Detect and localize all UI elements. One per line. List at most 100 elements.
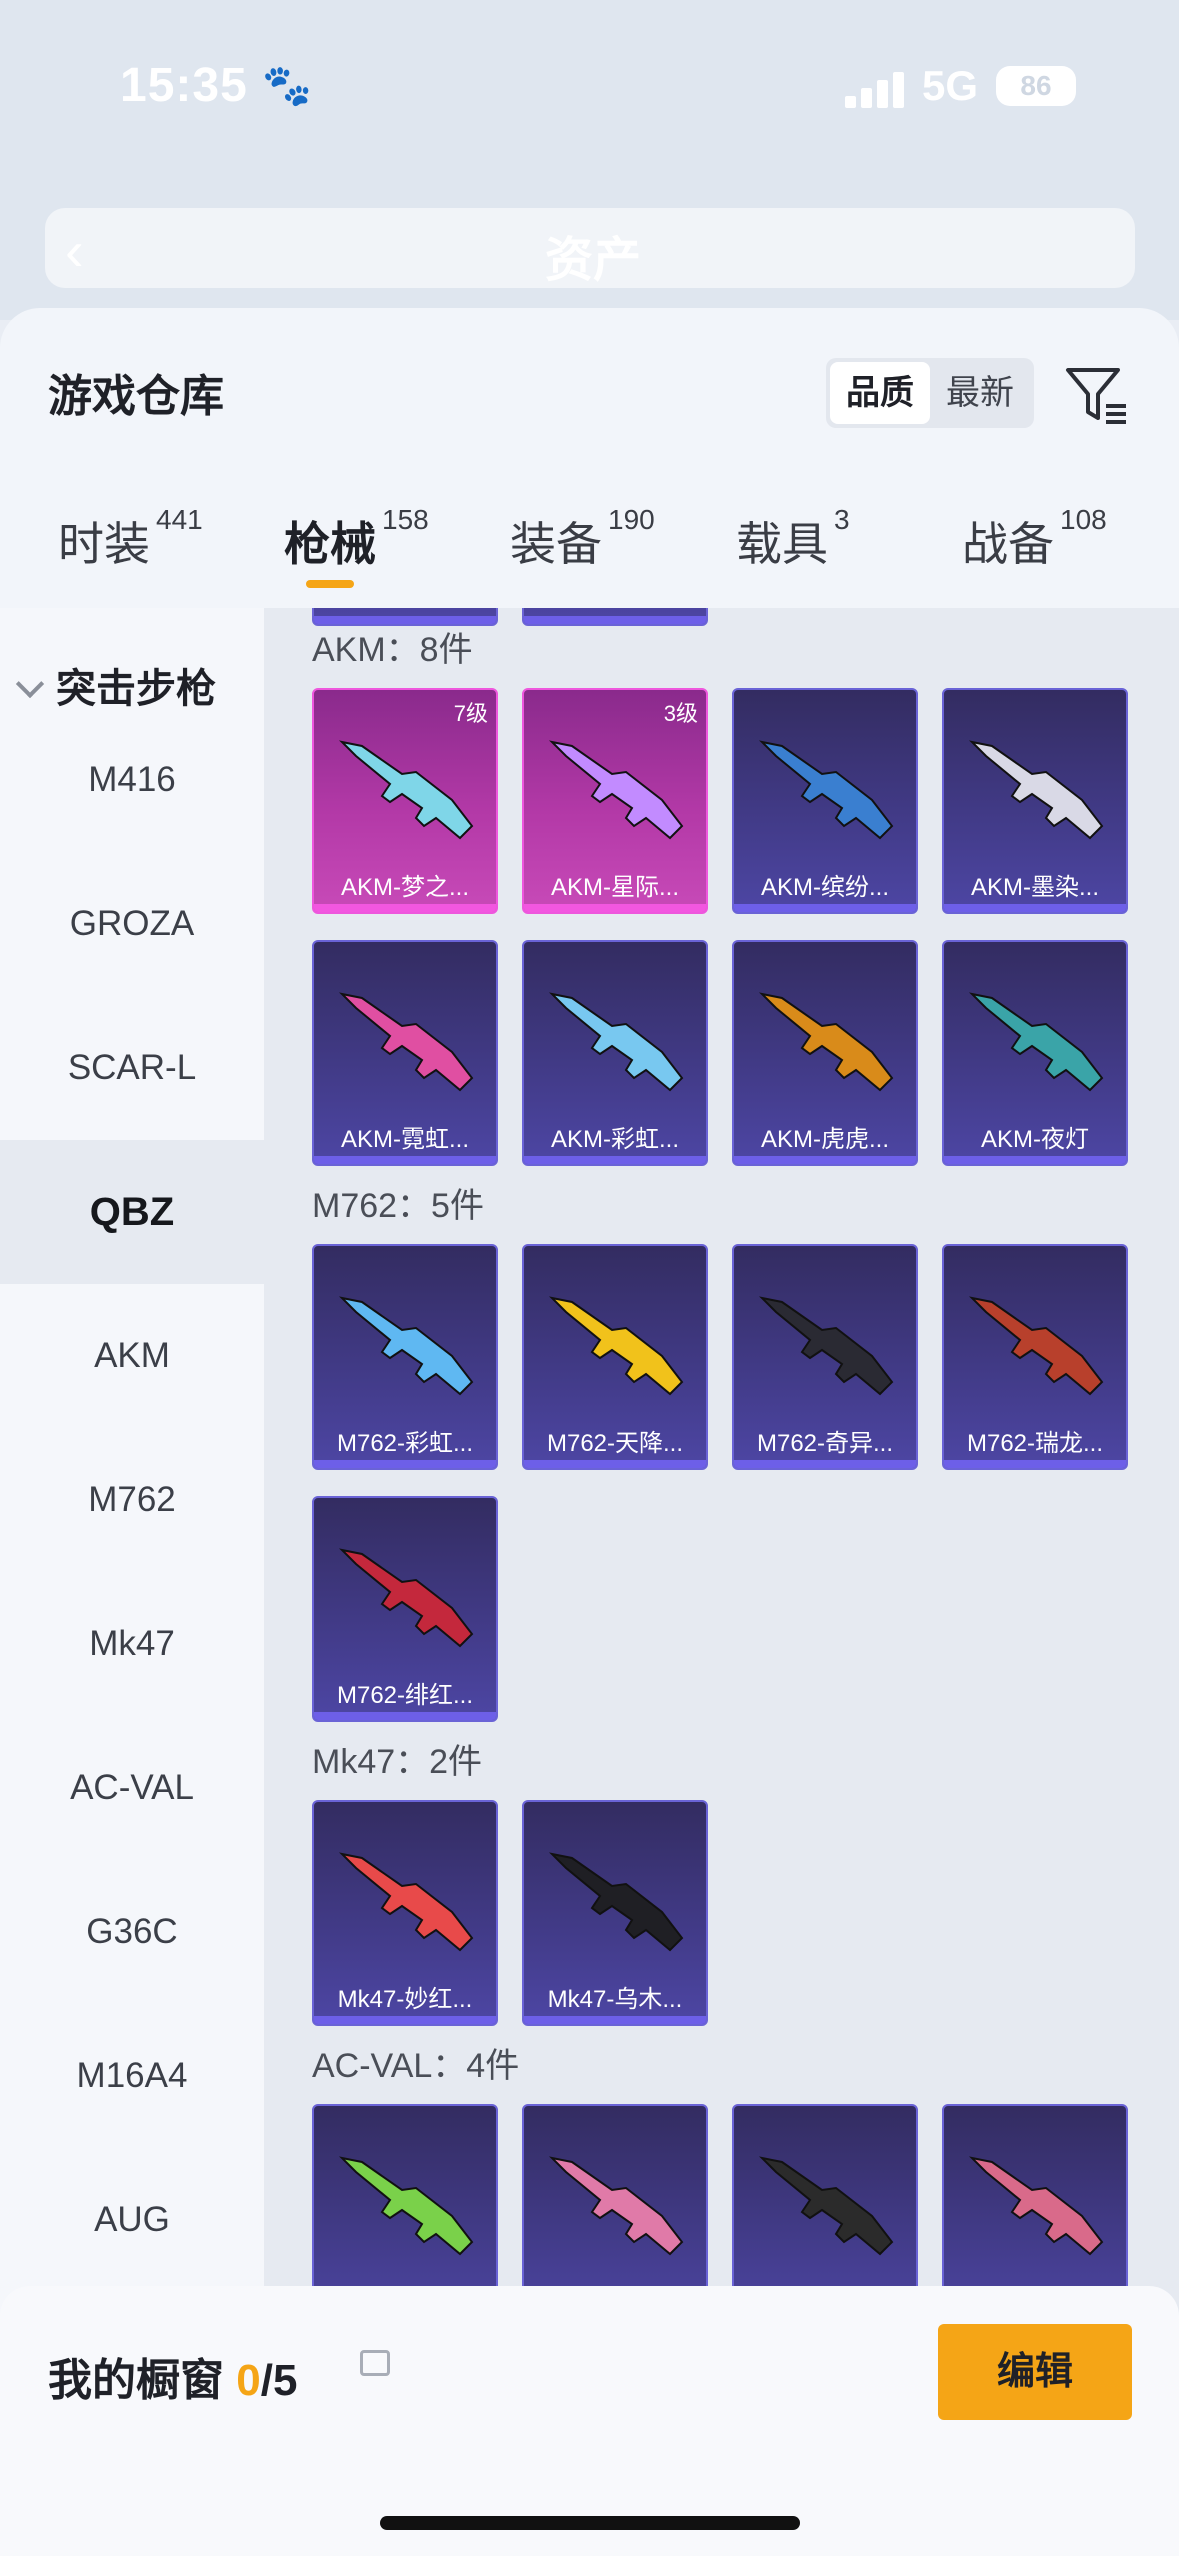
tab-vehicles[interactable]: 载具 3 [736,504,850,616]
sidebar-item-ac-val[interactable]: AC-VAL [0,1716,264,1860]
skin-name: AKM-霓虹... [340,1126,469,1153]
tab-count: 158 [382,504,429,535]
rifle-icon [758,740,894,840]
skin-card[interactable]: AKM-缤纷... [732,688,918,914]
rarity-bar [524,2016,706,2024]
tab-label: 装备 [510,518,602,570]
rarity-bar [524,1460,706,1468]
home-indicator [380,2516,800,2530]
skin-card[interactable]: Mk47-乌木... [522,1800,708,2026]
sort-toggle[interactable]: 品质 最新 [826,358,1034,428]
skin-name: AKM-墨染... [970,874,1099,901]
skin-card[interactable]: AKM-夜灯 [942,940,1128,1166]
skin-card[interactable]: M762-奇异... [732,1244,918,1470]
skin-level: 3级 [663,701,698,726]
skin-card[interactable]: AKM-墨染... [942,688,1128,914]
group-header: AKM：8件 [312,631,473,669]
lock-icon [360,2350,390,2376]
sidebar-item-m762[interactable]: M762 [0,1428,264,1572]
tab-firearms[interactable]: 枪械 158 [284,504,429,616]
filter-icon[interactable] [1062,360,1132,430]
skin-name: M762-彩虹... [336,1430,474,1457]
rarity-bar [524,904,706,912]
skin-name: M762-天降... [546,1430,684,1457]
rifle-icon [968,1296,1104,1396]
rarity-bar [734,1156,916,1164]
group-header: M762：5件 [312,1187,484,1225]
skin-card[interactable]: M762-瑞龙... [942,1244,1128,1470]
weapon-skin-grid: AKM：8件 7级 AKM-梦之... 3级 AKM-星际... AKM-缤纷... AKM… [264,608,1179,2556]
showcase-bar: 我的橱窗 0/5 编辑 [0,2286,1179,2556]
showcase-label: 我的橱窗 0/5 [48,2344,297,2408]
rifle-icon [758,1296,894,1396]
tab-supplies[interactable]: 战备 108 [962,504,1107,616]
background-nav: ‹ 资产 [45,208,1135,288]
rifle-icon [548,2156,684,2256]
active-tab-indicator [306,580,354,588]
skin-name: M762-奇异... [756,1430,894,1457]
rifle-icon [338,740,474,840]
group-header: Mk47：2件 [312,1743,483,1781]
rarity-bar [734,1460,916,1468]
skin-card[interactable] [522,608,708,626]
group-header: AC-VAL：4件 [312,2047,520,2085]
chevron-down-icon [15,669,45,699]
sidebar-group-assault-rifles[interactable]: 突击步枪 [15,656,216,714]
skin-name: AKM-彩虹... [550,1126,679,1153]
rarity-bar [944,1460,1126,1468]
rifle-icon [338,992,474,1092]
tab-equipment[interactable]: 装备 190 [510,504,655,616]
skin-card[interactable]: M762-天降... [522,1244,708,1470]
skin-card[interactable]: AKM-虎虎... [732,940,918,1166]
skin-name: AKM-梦之... [340,874,469,901]
sheet-title: 游戏仓库 [48,372,224,421]
sidebar-item-mk47[interactable]: Mk47 [0,1572,264,1716]
rifle-icon [758,2156,894,2256]
sort-latest-option[interactable]: 最新 [930,362,1030,424]
status-time: 15:35 [120,59,248,112]
skin-name: AKM-星际... [550,874,679,901]
sidebar-item-g36c[interactable]: G36C [0,1860,264,2004]
paw-icon: 🐾 [262,64,312,108]
rarity-bar [314,1156,496,1164]
skin-card[interactable]: AKM-霓虹... [312,940,498,1166]
sidebar-item-groza[interactable]: GROZA [0,852,264,996]
signal-icon [845,68,905,108]
rifle-icon [338,1296,474,1396]
rarity-bar [314,904,496,912]
page-title: 资产 [545,234,642,287]
skin-card[interactable]: 7级 AKM-梦之... [312,688,498,914]
rarity-bar [944,1156,1126,1164]
rifle-icon [338,1548,474,1648]
tab-count: 190 [608,504,655,535]
rifle-icon [338,2156,474,2256]
skin-card[interactable]: AKM-彩虹... [522,940,708,1166]
edit-button[interactable]: 编辑 [938,2324,1132,2420]
sidebar-item-m416[interactable]: M416 [0,708,264,852]
battery-icon: 86 [996,66,1076,106]
tab-label: 时装 [58,518,150,570]
sidebar-item-scar-l[interactable]: SCAR-L [0,996,264,1140]
tab-fashion[interactable]: 时装 441 [58,504,203,616]
rarity-bar [314,1460,496,1468]
tab-label: 载具 [736,518,828,570]
sidebar-item-aug[interactable]: AUG [0,2148,264,2292]
sort-quality-option[interactable]: 品质 [830,362,930,424]
showcase-title: 我的橱窗 [48,2356,224,2405]
sidebar-item-qbz[interactable]: QBZ [0,1140,264,1284]
chevron-left-icon[interactable]: ‹ [65,218,84,283]
skin-name: AKM-夜灯 [981,1126,1089,1153]
sidebar-item-akm[interactable]: AKM [0,1284,264,1428]
status-bar: 15:35 🐾 5G 86 [0,40,1179,130]
rifle-icon [968,2156,1104,2256]
sidebar-item-m16a4[interactable]: M16A4 [0,2004,264,2148]
tab-label: 战备 [962,518,1054,570]
warehouse-sheet: 游戏仓库 品质 最新 时装 441 枪械 158 装备 190 载具 3 战备 108 [0,308,1179,2556]
sidebar-group-label: 突击步枪 [56,667,216,711]
network-label: 5G [922,62,979,109]
skin-card[interactable]: M762-绯红... [312,1496,498,1722]
skin-card[interactable]: M762-彩虹... [312,1244,498,1470]
rifle-icon [548,1852,684,1952]
skin-card[interactable]: Mk47-妙红... [312,1800,498,2026]
skin-card[interactable]: 3级 AKM-星际... [522,688,708,914]
